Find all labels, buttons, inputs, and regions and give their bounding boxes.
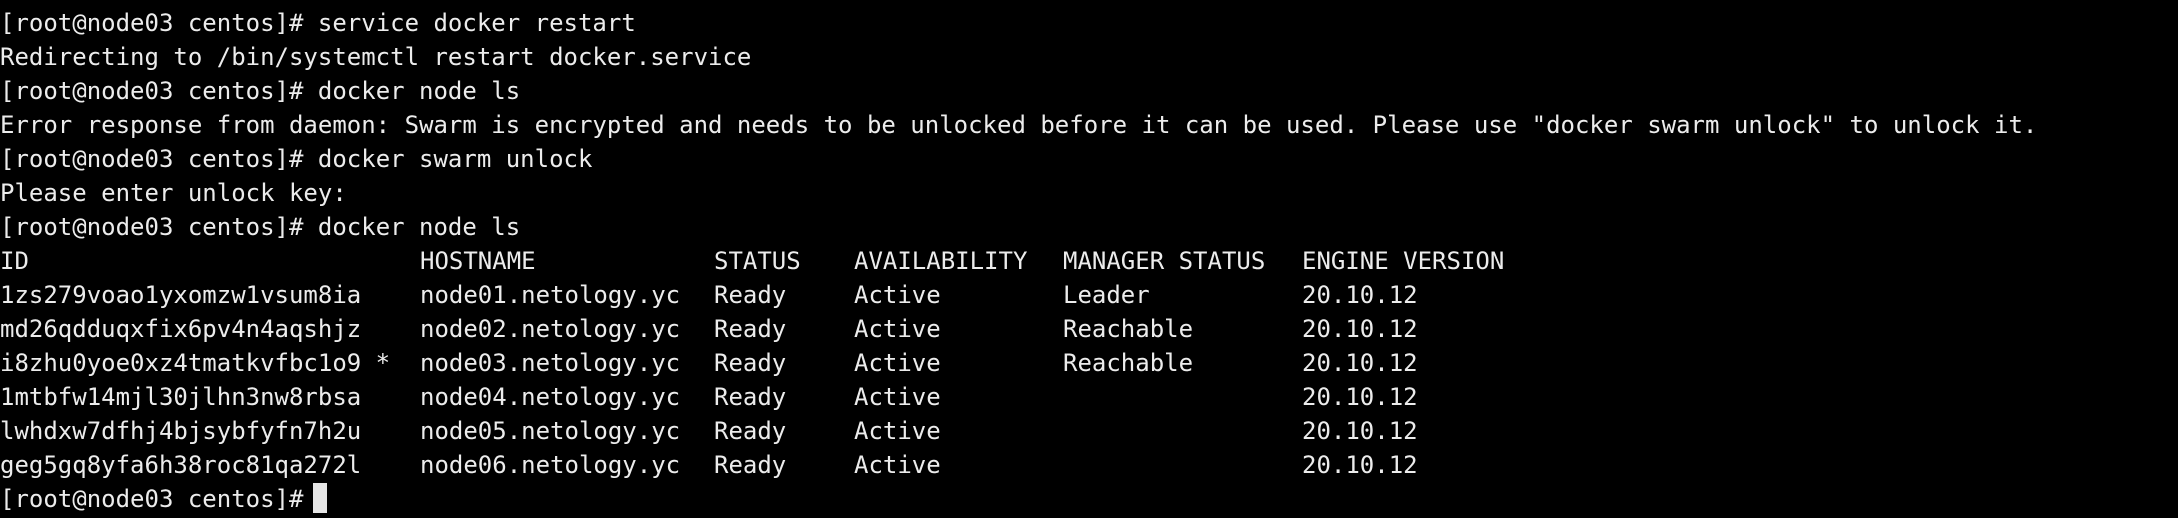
- terminal-window[interactable]: [root@node03 centos]# service docker res…: [0, 0, 2178, 518]
- node-manager-status: Leader: [1063, 281, 1150, 309]
- node-status: Ready: [714, 349, 787, 377]
- node-engine-version: 20.10.12: [1302, 349, 1418, 377]
- table-row: md26qdduqxfix6pv4n4aqshjz node02.netolog…: [0, 312, 1500, 346]
- node-hostname: node02.netology.yc: [420, 315, 681, 343]
- command-text: docker node ls: [317, 77, 521, 105]
- header-status: STATUS: [714, 247, 801, 275]
- text-cursor: [313, 483, 328, 513]
- node-engine-version: 20.10.12: [1302, 281, 1418, 309]
- header-id: ID: [0, 247, 29, 275]
- node-engine-version: 20.10.12: [1302, 451, 1418, 479]
- output-line: Please enter unlock key:: [0, 179, 347, 207]
- error-output-line: Error response from daemon: Swarm is enc…: [0, 111, 2038, 139]
- header-hostname: HOSTNAME: [420, 247, 536, 275]
- node-id: geg5gq8yfa6h38roc81qa272l: [0, 451, 362, 479]
- command-text: service docker restart: [317, 9, 636, 37]
- output-line: Redirecting to /bin/systemctl restart do…: [0, 43, 752, 71]
- header-availability: AVAILABILITY: [854, 247, 1028, 275]
- table-row: geg5gq8yfa6h38roc81qa272l node06.netolog…: [0, 448, 1500, 482]
- node-hostname: node03.netology.yc: [420, 349, 681, 377]
- active-command-line[interactable]: [root@node03 centos]#: [0, 482, 328, 516]
- shell-prompt: [root@node03 centos]#: [0, 9, 304, 37]
- table-header: ID HOSTNAME STATUS AVAILABILITY MANAGER …: [0, 244, 1504, 278]
- command-text: docker node ls: [317, 213, 521, 241]
- node-id: 1mtbfw14mjl30jlhn3nw8rbsa: [0, 383, 362, 411]
- node-engine-version: 20.10.12: [1302, 417, 1418, 445]
- table-row: lwhdxw7dfhj4bjsybfyfn7h2u node05.netolog…: [0, 414, 1500, 448]
- node-hostname: node06.netology.yc: [420, 451, 681, 479]
- table-row: i8zhu0yoe0xz4tmatkvfbc1o9 * node03.netol…: [0, 346, 1500, 380]
- node-availability: Active: [854, 383, 941, 411]
- node-availability: Active: [854, 315, 941, 343]
- command-text: docker swarm unlock: [317, 145, 593, 173]
- table-row: 1mtbfw14mjl30jlhn3nw8rbsa node04.netolog…: [0, 380, 1500, 414]
- shell-prompt: [root@node03 centos]#: [0, 213, 304, 241]
- command-line: [root@node03 centos]# docker swarm unloc…: [0, 142, 592, 176]
- node-engine-version: 20.10.12: [1302, 315, 1418, 343]
- node-availability: Active: [854, 417, 941, 445]
- shell-prompt: [root@node03 centos]#: [0, 77, 304, 105]
- node-hostname: node05.netology.yc: [420, 417, 681, 445]
- table-row: 1zs279voao1yxomzw1vsum8ia node01.netolog…: [0, 278, 1500, 312]
- node-engine-version: 20.10.12: [1302, 383, 1418, 411]
- header-manager-status: MANAGER STATUS: [1063, 247, 1266, 275]
- node-hostname: node01.netology.yc: [420, 281, 681, 309]
- node-status: Ready: [714, 315, 787, 343]
- node-manager-status: Reachable: [1063, 315, 1194, 343]
- shell-prompt: [root@node03 centos]#: [0, 485, 304, 513]
- node-status: Ready: [714, 451, 787, 479]
- node-availability: Active: [854, 451, 941, 479]
- node-manager-status: Reachable: [1063, 349, 1194, 377]
- command-line: [root@node03 centos]# service docker res…: [0, 6, 636, 40]
- node-availability: Active: [854, 281, 941, 309]
- node-id: lwhdxw7dfhj4bjsybfyfn7h2u: [0, 417, 362, 445]
- node-id: md26qdduqxfix6pv4n4aqshjz: [0, 315, 362, 343]
- node-status: Ready: [714, 383, 787, 411]
- shell-prompt: [root@node03 centos]#: [0, 145, 304, 173]
- node-id: 1zs279voao1yxomzw1vsum8ia: [0, 281, 362, 309]
- node-status: Ready: [714, 281, 787, 309]
- node-id: i8zhu0yoe0xz4tmatkvfbc1o9 *: [0, 349, 391, 377]
- node-hostname: node04.netology.yc: [420, 383, 681, 411]
- node-availability: Active: [854, 349, 941, 377]
- node-status: Ready: [714, 417, 787, 445]
- command-line: [root@node03 centos]# docker node ls: [0, 74, 520, 108]
- header-engine-version: ENGINE VERSION: [1302, 247, 1505, 275]
- command-line: [root@node03 centos]# docker node ls: [0, 210, 520, 244]
